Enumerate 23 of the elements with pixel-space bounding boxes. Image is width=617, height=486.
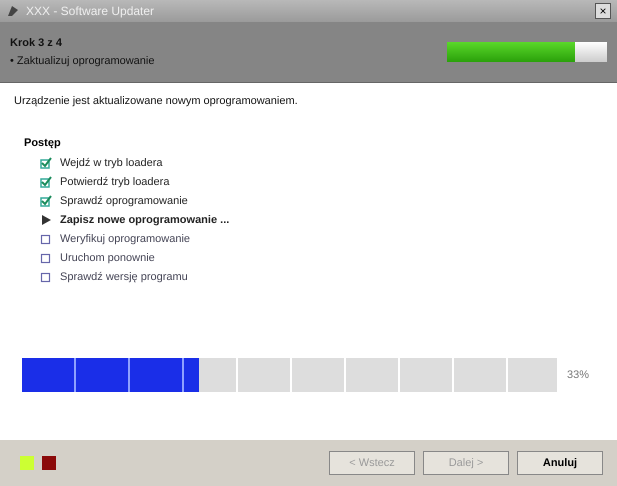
step-label: Uruchom ponownie bbox=[60, 252, 155, 264]
checkbox-icon bbox=[40, 252, 52, 264]
app-icon bbox=[6, 4, 20, 18]
step-label: Wejdź w tryb loadera bbox=[60, 157, 163, 169]
checkbox-icon bbox=[40, 233, 52, 245]
intro-text: Urządzenie jest aktualizowane nowym oprogramowaniem. bbox=[14, 95, 299, 107]
step-label: Sprawdź wersję programu bbox=[60, 271, 188, 283]
step-label: Potwierdź tryb loadera bbox=[60, 176, 170, 188]
play-icon bbox=[40, 214, 52, 226]
step-title: Krok 3 z 4 bbox=[10, 37, 63, 49]
checkbox-icon bbox=[40, 271, 52, 283]
section-title: Postęp bbox=[24, 137, 62, 149]
close-button[interactable]: × bbox=[595, 3, 611, 19]
step-label: Weryfikuj oprogramowanie bbox=[60, 233, 190, 245]
window-title: XXX - Software Updater bbox=[26, 4, 156, 18]
step-subtitle: • Zaktualizuj oprogramowanie bbox=[10, 55, 156, 67]
checkbox-checked-icon bbox=[40, 176, 52, 188]
checkbox-checked-icon bbox=[40, 157, 52, 169]
progress-reading: 33% bbox=[567, 369, 590, 381]
checkbox-checked-icon bbox=[40, 195, 52, 207]
step-label: Zapisz nowe oprogramowanie ... bbox=[60, 214, 230, 226]
dialog-button[interactable]: Anuluj bbox=[517, 451, 603, 475]
step-label: Sprawdź oprogramowanie bbox=[60, 195, 188, 207]
